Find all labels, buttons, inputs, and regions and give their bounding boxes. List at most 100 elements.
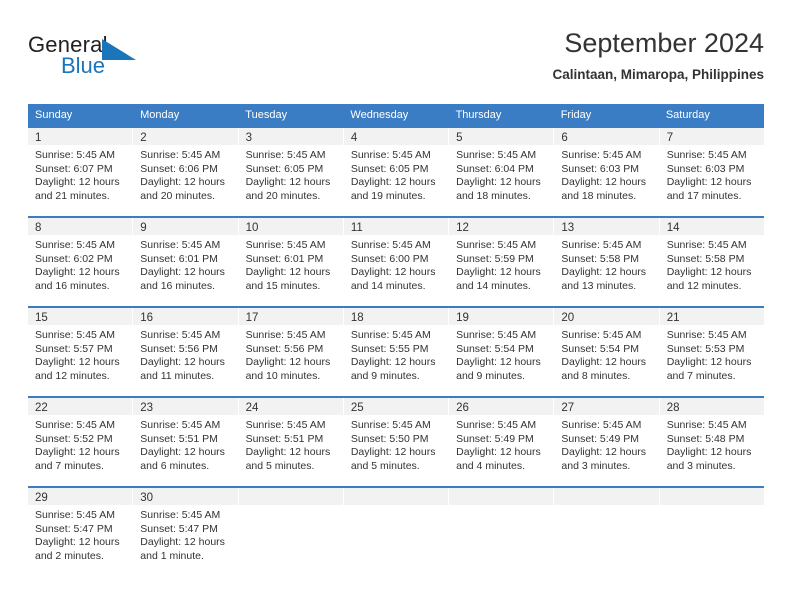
sunrise-text: Sunrise: 5:45 AM (561, 239, 642, 251)
daylight-text-line1: Daylight: 12 hours (245, 356, 331, 368)
daylight-text-line2: and 2 minutes. (35, 549, 104, 562)
day-cell[interactable]: 12 Sunrise: 5:45 AM Sunset: 5:59 PM Dayl… (449, 218, 555, 306)
sunrise-text: Sunrise: 5:45 AM (245, 239, 326, 251)
sunset-text: Sunset: 5:49 PM (456, 432, 534, 445)
sunset-text: Sunset: 6:06 PM (140, 162, 218, 175)
day-details: Sunrise: 5:45 AM Sunset: 5:47 PM Dayligh… (28, 505, 132, 563)
day-cell[interactable]: 11 Sunrise: 5:45 AM Sunset: 6:00 PM Dayl… (343, 218, 450, 306)
daylight-text-line1: Daylight: 12 hours (350, 446, 436, 458)
day-number: 12 (456, 222, 469, 234)
day-cell[interactable]: 4 Sunrise: 5:45 AM Sunset: 6:05 PM Dayli… (343, 128, 450, 216)
weekday-header-monday: Monday (140, 109, 180, 121)
day-number: 15 (35, 312, 48, 324)
sunset-text: Sunset: 6:02 PM (35, 252, 113, 265)
sunrise-text: Sunrise: 5:45 AM (456, 329, 537, 341)
daylight-text-line1: Daylight: 12 hours (140, 446, 225, 458)
day-cell[interactable]: 17 Sunrise: 5:45 AM Sunset: 5:56 PM Dayl… (238, 308, 344, 396)
daylight-text-line2: and 1 minute. (140, 549, 204, 562)
day-cell[interactable]: 7 Sunrise: 5:45 AM Sunset: 6:03 PM Dayli… (659, 128, 764, 216)
daylight-text-line1: Daylight: 12 hours (666, 446, 752, 458)
sunrise-text: Sunrise: 5:45 AM (350, 329, 431, 341)
day-cell[interactable]: 19 Sunrise: 5:45 AM Sunset: 5:54 PM Dayl… (449, 308, 555, 396)
day-number-band (554, 488, 659, 505)
triangle-icon (102, 39, 136, 60)
sunrise-text: Sunrise: 5:45 AM (561, 149, 642, 161)
day-details: Sunrise: 5:45 AM Sunset: 5:58 PM Dayligh… (554, 235, 658, 293)
sunrise-text: Sunrise: 5:45 AM (35, 419, 115, 431)
day-number: 22 (35, 402, 48, 414)
day-details: Sunrise: 5:45 AM Sunset: 6:02 PM Dayligh… (28, 235, 132, 293)
day-number: 27 (561, 402, 575, 414)
sunrise-text: Sunrise: 5:45 AM (666, 329, 747, 341)
daylight-text-line2: and 4 minutes. (456, 459, 526, 472)
daylight-text-line2: and 9 minutes. (350, 369, 420, 382)
sunset-text: Sunset: 5:56 PM (245, 342, 324, 355)
daylight-text-line2: and 21 minutes. (35, 189, 110, 202)
day-number: 30 (140, 492, 154, 504)
page-header: General Blue September 2024 Calintaan, M… (28, 26, 764, 96)
day-cell[interactable]: 6 Sunrise: 5:45 AM Sunset: 6:03 PM Dayli… (554, 128, 660, 216)
sunset-text: Sunset: 5:59 PM (456, 252, 534, 265)
day-number-band: 7 (659, 128, 764, 145)
day-number-band: 5 (449, 128, 554, 145)
daylight-text-line1: Daylight: 12 hours (140, 356, 225, 368)
day-details: Sunrise: 5:45 AM Sunset: 5:52 PM Dayligh… (28, 415, 132, 473)
sunset-text: Sunset: 5:55 PM (350, 342, 429, 355)
day-details: Sunrise: 5:45 AM Sunset: 5:54 PM Dayligh… (449, 325, 553, 383)
day-cell-empty (449, 488, 555, 576)
day-cell[interactable]: 18 Sunrise: 5:45 AM Sunset: 5:55 PM Dayl… (343, 308, 450, 396)
daylight-text-line2: and 9 minutes. (456, 369, 526, 382)
day-details: Sunrise: 5:45 AM Sunset: 5:49 PM Dayligh… (449, 415, 553, 473)
day-number-band: 9 (133, 218, 238, 235)
day-cell[interactable]: 20 Sunrise: 5:45 AM Sunset: 5:54 PM Dayl… (554, 308, 660, 396)
day-cell[interactable]: 21 Sunrise: 5:45 AM Sunset: 5:53 PM Dayl… (659, 308, 764, 396)
daylight-text-line2: and 16 minutes. (140, 279, 215, 292)
day-details: Sunrise: 5:45 AM Sunset: 5:55 PM Dayligh… (344, 325, 448, 383)
day-cell[interactable]: 23 Sunrise: 5:45 AM Sunset: 5:51 PM Dayl… (133, 398, 239, 486)
day-cell[interactable]: 29 Sunrise: 5:45 AM Sunset: 5:47 PM Dayl… (28, 488, 134, 576)
sunrise-text: Sunrise: 5:45 AM (245, 419, 326, 431)
day-number: 8 (35, 222, 42, 234)
day-cell[interactable]: 26 Sunrise: 5:45 AM Sunset: 5:49 PM Dayl… (449, 398, 555, 486)
day-number: 11 (350, 222, 363, 234)
day-number: 29 (35, 492, 48, 504)
day-details: Sunrise: 5:45 AM Sunset: 5:59 PM Dayligh… (449, 235, 553, 293)
daylight-text-line1: Daylight: 12 hours (35, 536, 120, 548)
day-cell[interactable]: 27 Sunrise: 5:45 AM Sunset: 5:49 PM Dayl… (554, 398, 660, 486)
day-cell[interactable]: 1 Sunrise: 5:45 AM Sunset: 6:07 PM Dayli… (28, 128, 134, 216)
day-cell[interactable]: 28 Sunrise: 5:45 AM Sunset: 5:48 PM Dayl… (659, 398, 764, 486)
day-cell[interactable]: 3 Sunrise: 5:45 AM Sunset: 6:05 PM Dayli… (238, 128, 344, 216)
day-cell[interactable]: 22 Sunrise: 5:45 AM Sunset: 5:52 PM Dayl… (28, 398, 134, 486)
logo-text-blue: Blue (61, 53, 106, 78)
day-cell[interactable]: 30 Sunrise: 5:45 AM Sunset: 5:47 PM Dayl… (133, 488, 239, 576)
daylight-text-line1: Daylight: 12 hours (35, 446, 120, 458)
daylight-text-line2: and 20 minutes. (140, 189, 215, 202)
day-number-band: 30 (133, 488, 238, 505)
sunset-text: Sunset: 6:01 PM (140, 252, 218, 265)
day-details: Sunrise: 5:45 AM Sunset: 5:58 PM Dayligh… (660, 235, 764, 293)
sunrise-text: Sunrise: 5:45 AM (350, 239, 431, 251)
general-blue-logo[interactable]: General Blue (28, 32, 178, 88)
day-number-band: 27 (554, 398, 659, 415)
day-number: 26 (456, 402, 469, 414)
day-details: Sunrise: 5:45 AM Sunset: 6:06 PM Dayligh… (133, 145, 237, 203)
day-number-band (343, 488, 449, 505)
day-cell[interactable]: 25 Sunrise: 5:45 AM Sunset: 5:50 PM Dayl… (343, 398, 450, 486)
day-cell[interactable]: 10 Sunrise: 5:45 AM Sunset: 6:01 PM Dayl… (238, 218, 344, 306)
day-cell-empty (238, 488, 344, 576)
day-details: Sunrise: 5:45 AM Sunset: 5:53 PM Dayligh… (660, 325, 764, 383)
day-number: 13 (561, 222, 575, 234)
daylight-text-line1: Daylight: 12 hours (456, 266, 541, 278)
day-cell[interactable]: 13 Sunrise: 5:45 AM Sunset: 5:58 PM Dayl… (554, 218, 660, 306)
day-cell[interactable]: 14 Sunrise: 5:45 AM Sunset: 5:58 PM Dayl… (659, 218, 764, 306)
day-number-band: 21 (659, 308, 764, 325)
day-cell[interactable]: 9 Sunrise: 5:45 AM Sunset: 6:01 PM Dayli… (133, 218, 239, 306)
daylight-text-line1: Daylight: 12 hours (245, 176, 331, 188)
day-cell[interactable]: 15 Sunrise: 5:45 AM Sunset: 5:57 PM Dayl… (28, 308, 134, 396)
day-number: 16 (140, 312, 154, 324)
day-cell[interactable]: 8 Sunrise: 5:45 AM Sunset: 6:02 PM Dayli… (28, 218, 134, 306)
day-cell[interactable]: 2 Sunrise: 5:45 AM Sunset: 6:06 PM Dayli… (133, 128, 239, 216)
day-cell[interactable]: 16 Sunrise: 5:45 AM Sunset: 5:56 PM Dayl… (133, 308, 239, 396)
day-cell[interactable]: 5 Sunrise: 5:45 AM Sunset: 6:04 PM Dayli… (449, 128, 555, 216)
day-cell[interactable]: 24 Sunrise: 5:45 AM Sunset: 5:51 PM Dayl… (238, 398, 344, 486)
